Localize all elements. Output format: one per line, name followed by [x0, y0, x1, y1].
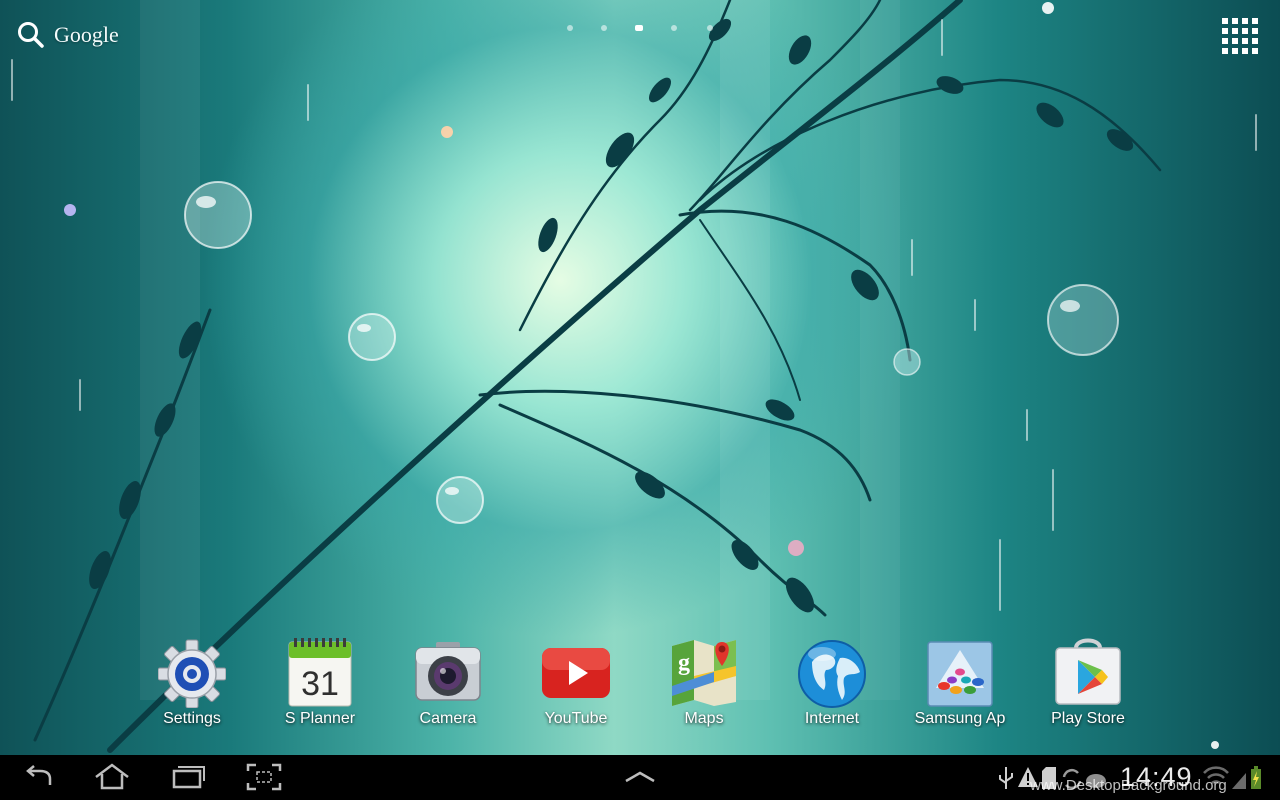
screenshot-button[interactable]: [244, 761, 284, 793]
back-button[interactable]: [20, 761, 60, 793]
app-youtube[interactable]: YouTube: [520, 632, 632, 742]
google-search-label: Google: [54, 22, 119, 47]
signal-icon: [1232, 773, 1246, 789]
app-camera[interactable]: Camera: [392, 632, 504, 742]
apps-grid-icon: [1222, 18, 1258, 54]
recent-apps-button[interactable]: [168, 761, 208, 793]
samsung-apps-icon: [927, 641, 993, 707]
youtube-icon: [542, 648, 610, 698]
apps-button[interactable]: [1220, 16, 1260, 56]
app-s-planner[interactable]: 31 S Planner: [264, 632, 376, 742]
expand-up-icon: [625, 771, 655, 783]
app-samsung-apps[interactable]: Samsung Ap: [904, 632, 1016, 742]
maps-icon: g: [672, 640, 736, 706]
usb-icon: [999, 767, 1013, 789]
search-icon: [18, 22, 44, 48]
globe-icon: [798, 640, 866, 708]
home-page-indicator: [560, 22, 720, 34]
app-dock: Settings 31 S Planner Camera YouTube g M…: [140, 632, 1150, 742]
page-dot: [567, 25, 573, 31]
settings-gear-icon: [158, 639, 226, 708]
home-icon: [95, 763, 129, 790]
svg-text:g: g: [678, 650, 690, 676]
calendar-icon: 31: [288, 638, 352, 707]
calendar-day-number: 31: [301, 665, 339, 703]
app-label: Play Store: [1051, 710, 1125, 727]
app-settings[interactable]: Settings: [136, 632, 248, 742]
app-label: Internet: [804, 710, 860, 727]
app-internet[interactable]: Internet: [776, 632, 888, 742]
app-label: S Planner: [284, 710, 356, 727]
app-maps[interactable]: g Maps: [648, 632, 760, 742]
page-dot: [671, 25, 677, 31]
battery-charging-icon: [1251, 766, 1261, 789]
screenshot-icon: [246, 763, 282, 791]
recent-apps-icon: [172, 766, 205, 789]
home-button[interactable]: [92, 761, 132, 793]
app-play-store[interactable]: Play Store: [1032, 632, 1144, 742]
app-label: YouTube: [544, 710, 608, 727]
page-dot-active: [635, 25, 643, 31]
app-label: Samsung Ap: [914, 710, 1006, 727]
page-dot: [601, 25, 607, 31]
app-label: Settings: [163, 710, 221, 727]
app-label: Camera: [419, 710, 477, 727]
back-icon: [26, 765, 52, 785]
app-label: Maps: [684, 710, 724, 727]
expand-up-button[interactable]: [620, 761, 660, 793]
watermark: www.DesktopBackground.org: [1030, 777, 1227, 794]
camera-icon: [415, 642, 481, 701]
google-search-bar[interactable]: Google: [16, 18, 119, 52]
page-dot: [707, 25, 713, 31]
play-store-icon: [1055, 638, 1121, 705]
